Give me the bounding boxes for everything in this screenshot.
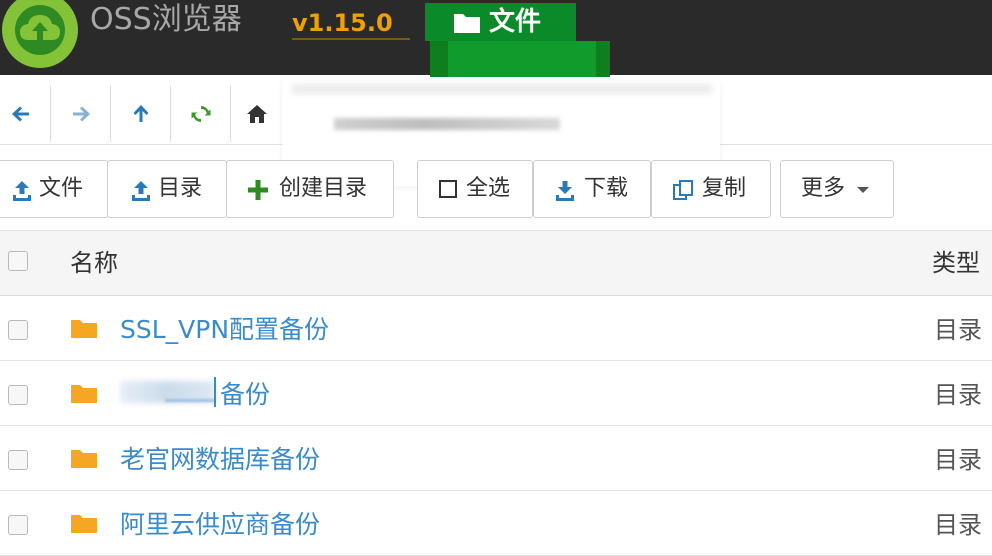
version-underline (292, 38, 410, 40)
column-header-type[interactable]: 类型 (932, 243, 980, 278)
column-header-name[interactable]: 名称 (70, 243, 118, 278)
row-name-link[interactable]: 老官网数据库备份 (120, 440, 320, 476)
back-button[interactable] (0, 86, 51, 142)
copy-button[interactable]: 复制 (651, 160, 771, 218)
select-all-checkbox[interactable] (8, 251, 28, 271)
address-blur-top (292, 84, 712, 94)
row-type: 目录 (934, 381, 982, 409)
refresh-icon (191, 105, 211, 123)
folder-icon (454, 14, 480, 33)
action-toolbar: 文件 目录 创建目录 全选 下载 复制 更多 (0, 155, 992, 225)
plus-icon (248, 180, 268, 200)
row-checkbox[interactable] (8, 320, 28, 340)
table-row[interactable]: SSL_VPN配置备份 目录 (0, 296, 992, 361)
upload-directory-label: 目录 (158, 176, 203, 201)
folder-icon (71, 385, 97, 403)
folder-icon (71, 515, 97, 533)
app-title: OSS浏览器 (90, 2, 242, 37)
row-checkbox[interactable] (8, 515, 28, 535)
checkbox-icon (439, 180, 457, 198)
table-row[interactable]: 阿里云供应商备份 目录 (0, 491, 992, 556)
upload-icon (13, 181, 31, 201)
home-button[interactable] (232, 86, 282, 142)
row-type: 目录 (934, 446, 982, 474)
arrow-right-icon (73, 106, 90, 122)
table-row[interactable]: 备份 目录 (0, 361, 992, 426)
cloud-upload-icon (20, 15, 60, 40)
tab-files[interactable]: 文件 (425, 3, 576, 41)
upload-file-button[interactable]: 文件 (0, 160, 108, 218)
folder-icon (71, 450, 97, 468)
row-checkbox[interactable] (8, 385, 28, 405)
tab-file-dropdown (448, 41, 596, 77)
tab-files-label: 文件 (489, 7, 542, 37)
row-type: 目录 (934, 316, 982, 344)
row-name-link[interactable]: 阿里云供应商备份 (120, 505, 320, 541)
home-icon (247, 105, 267, 123)
up-button[interactable] (112, 86, 171, 142)
chevron-down-icon (857, 187, 869, 193)
row-type: 目录 (934, 511, 982, 539)
more-label: 更多 (801, 176, 846, 201)
copy-label: 复制 (702, 176, 747, 201)
more-dropdown-button[interactable]: 更多 (780, 160, 894, 218)
app-version: v1.15.0 (292, 9, 393, 37)
copy-icon (673, 180, 693, 200)
row-checkbox[interactable] (8, 450, 28, 470)
table-header: 名称 类型 (0, 230, 992, 297)
address-path-redacted (334, 118, 560, 130)
upload-file-label: 文件 (39, 176, 84, 201)
row-name-separator (214, 377, 216, 407)
row-name-redacted-underline (165, 399, 215, 402)
upload-icon (132, 181, 150, 201)
app-header: OSS浏览器 v1.15.0 文件 (0, 0, 992, 77)
create-directory-label: 创建目录 (279, 176, 368, 201)
download-label: 下载 (584, 176, 629, 201)
create-directory-button[interactable]: 创建目录 (226, 160, 394, 218)
refresh-button[interactable] (172, 86, 231, 142)
arrow-up-icon (133, 105, 149, 122)
upload-directory-button[interactable]: 目录 (107, 160, 227, 218)
row-name-link[interactable]: 备份 (220, 375, 270, 411)
app-logo (2, 0, 78, 68)
row-name-link[interactable]: SSL_VPN配置备份 (120, 310, 329, 346)
select-all-label: 全选 (466, 176, 511, 201)
download-icon (556, 181, 574, 201)
forward-button[interactable] (52, 86, 111, 142)
select-all-button[interactable]: 全选 (417, 160, 533, 218)
folder-icon (71, 320, 97, 338)
arrow-left-icon (12, 106, 29, 122)
download-button[interactable]: 下载 (533, 160, 651, 218)
table-row[interactable]: 老官网数据库备份 目录 (0, 426, 992, 491)
